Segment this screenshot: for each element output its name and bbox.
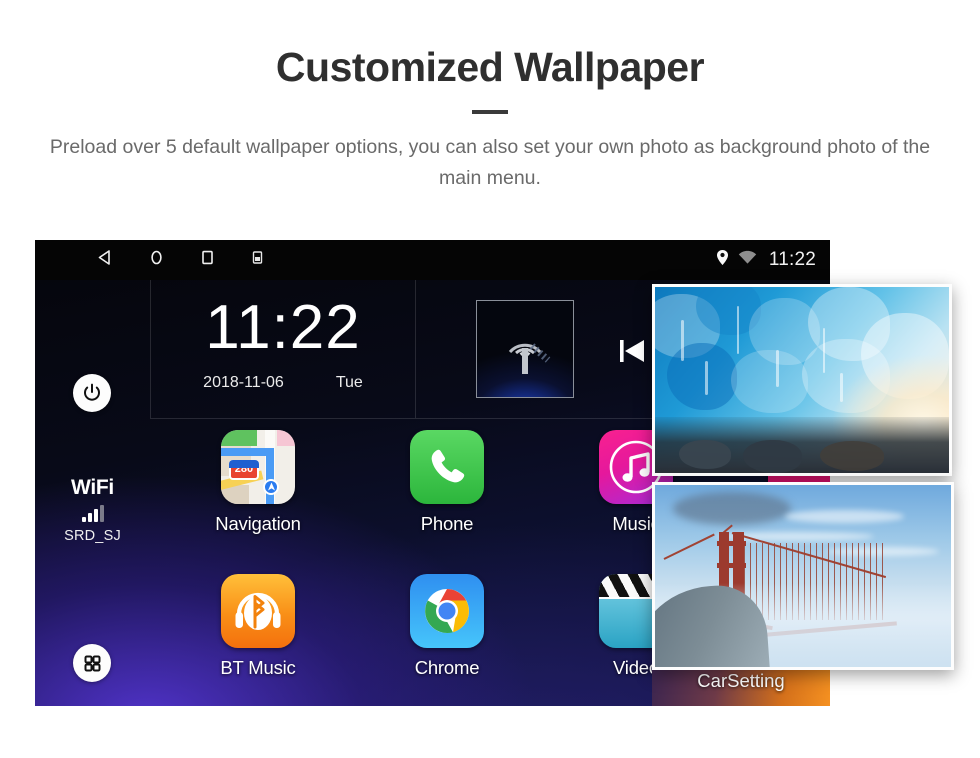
previous-track-icon [620,340,644,362]
radio-source-tile[interactable] [476,300,574,398]
status-bar: 11:22 [35,240,830,280]
wifi-signal-bars [35,504,150,522]
carsetting-label: CarSetting [697,670,785,691]
ice-cave-wallpaper[interactable] [652,284,952,476]
left-sidebar: WiFi SRD_SJ [35,280,150,706]
wifi-ssid-label: SRD_SJ [64,528,121,544]
radio-antenna-icon [508,343,551,374]
app-chrome[interactable]: Chrome [362,574,532,679]
bluetooth-headphones-icon [221,574,295,648]
chrome-icon [410,574,484,648]
clock-widget[interactable]: 11:22 2018-11-06 Tue [153,286,413,416]
app-phone[interactable]: Phone [362,430,532,535]
location-pin-icon [716,249,729,271]
title-divider [472,110,508,115]
maps-icon: 280 [221,430,295,504]
wifi-label: WiFi [71,476,114,499]
power-icon [84,383,100,401]
phone-icon [410,430,484,504]
page-title: Customized Wallpaper [275,44,705,90]
wifi-status-block[interactable]: WiFi SRD_SJ [35,476,150,544]
screenshot-icon[interactable] [250,250,265,270]
navigation-buttons [97,249,265,271]
power-button[interactable] [73,374,111,412]
app-label: BT Music [220,657,296,678]
page-subtitle: Preload over 5 default wallpaper options… [49,136,931,190]
divider-vertical-right [415,280,416,418]
app-navigation[interactable]: 280 Navigation [173,430,343,535]
divider-vertical-left [150,280,151,418]
clock-subline: 2018-11-06 Tue [153,374,413,392]
app-label: Chrome [414,657,480,678]
ice-cave-image [655,287,949,473]
recents-square-icon[interactable] [199,249,216,271]
previous-track-button[interactable] [616,334,650,373]
golden-gate-bridge-wallpaper[interactable] [652,482,954,670]
clock-time: 11:22 [205,293,361,362]
status-bar-clock: 11:22 [768,249,816,270]
app-bt-music[interactable]: BT Music [173,574,343,679]
clock-weekday: Tue [335,374,363,391]
clock-date: 2018-11-06 [203,374,284,391]
bridge-image [655,485,951,667]
wifi-icon [738,250,757,270]
header: Customized Wallpaper Preload over 5 defa… [0,0,980,194]
app-label: Phone [420,513,474,534]
apps-grid-icon [84,655,100,671]
app-label: Navigation [215,513,301,534]
status-indicators: 11:22 [716,240,816,280]
page-root: Customized Wallpaper Preload over 5 defa… [0,0,980,758]
home-circle-icon[interactable] [148,249,165,271]
all-apps-button[interactable] [73,644,111,682]
back-triangle-icon[interactable] [97,249,114,271]
